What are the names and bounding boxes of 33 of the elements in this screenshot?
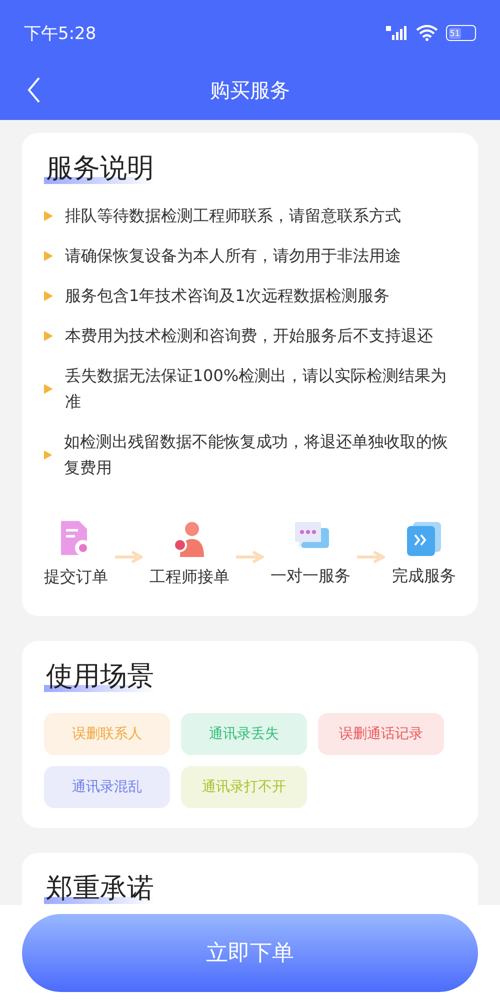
bullet-icon	[44, 291, 53, 301]
person-icon	[172, 521, 206, 557]
service-note: 如检测出残留数据不能恢复成功，将退还单独收取的恢复费用	[64, 431, 450, 479]
order-button[interactable]: 立即下单	[22, 914, 478, 992]
bullet-icon	[44, 384, 53, 394]
service-note: 丢失数据无法保证100%检测出，请以实际检测结果为准	[64, 365, 448, 413]
service-note: 服务包含1年技术咨询及1次远程数据检测服务	[65, 285, 390, 307]
service-note: 请确保恢复设备为本人所有，请勿用于非法用途	[65, 245, 401, 267]
scene-tag: 误删联系人	[44, 713, 170, 755]
service-note: 排队等待数据检测工程师联系，请留意联系方式	[65, 205, 401, 227]
scene-tag: 通讯录打不开	[181, 766, 307, 808]
scene-tag: 通讯录混乱	[44, 766, 170, 808]
bullet-icon	[44, 251, 53, 261]
back-icon[interactable]	[27, 77, 41, 103]
bullet-icon	[44, 331, 53, 341]
step-label: 工程师接单	[149, 567, 230, 588]
forward-icon	[406, 522, 441, 556]
signal-icon	[386, 26, 408, 40]
status-time: 下午5:28	[24, 22, 96, 44]
arrow-icon	[357, 550, 386, 562]
step-label: 提交订单	[44, 567, 108, 588]
bullet-icon	[44, 450, 52, 460]
step-label: 完成服务	[392, 566, 456, 587]
service-note: 本费用为技术检测和咨询费，开始服务后不支持退还	[65, 325, 433, 347]
step-label: 一对一服务	[270, 566, 351, 587]
arrow-icon	[114, 550, 143, 562]
wifi-icon	[416, 25, 438, 41]
page-title: 购买服务	[210, 76, 290, 104]
scene-tag: 误删通话记录	[318, 713, 444, 755]
battery-icon: 51	[446, 25, 476, 41]
arrow-icon	[236, 550, 264, 562]
bullet-icon	[44, 211, 53, 221]
scene-tag: 通讯录丢失	[181, 713, 307, 755]
